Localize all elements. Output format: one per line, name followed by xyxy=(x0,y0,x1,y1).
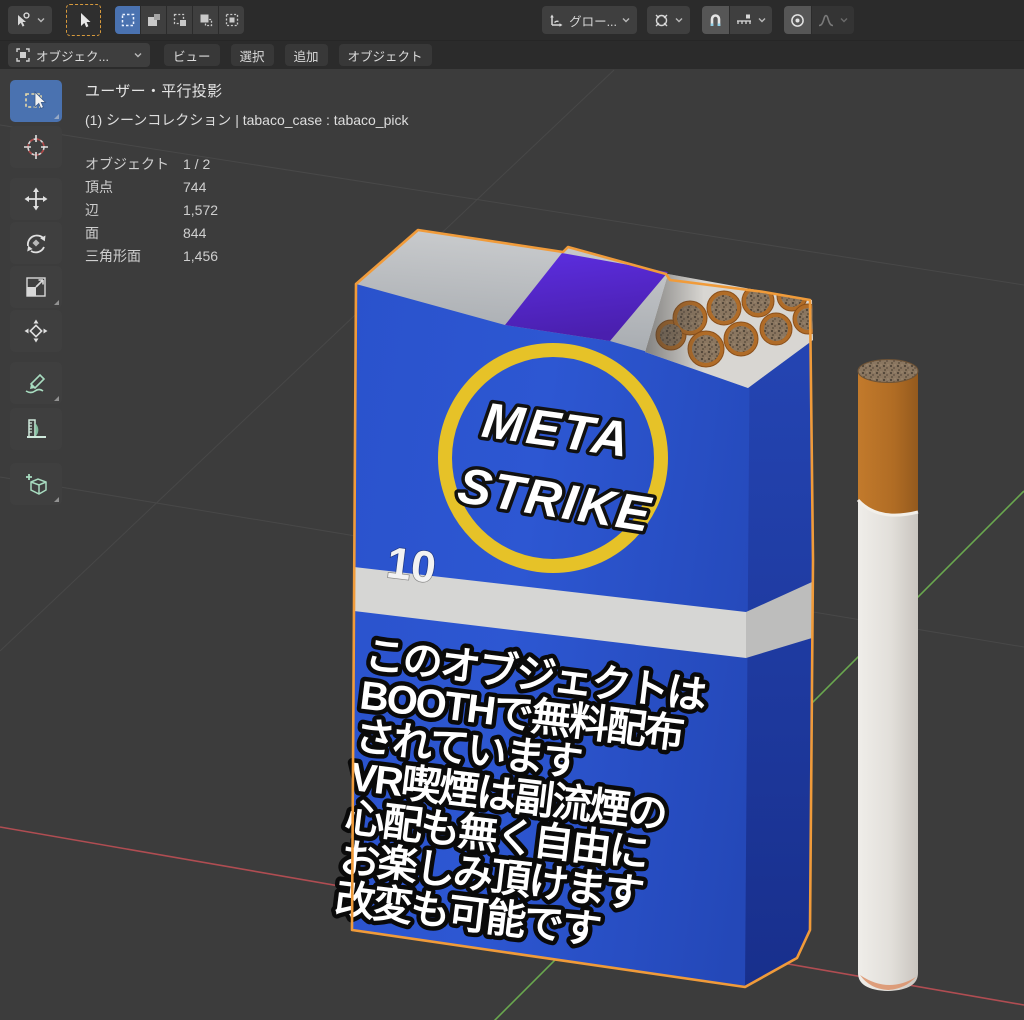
scale-icon xyxy=(23,274,49,300)
viewport-header: グロー... xyxy=(0,0,1024,69)
transform-icon xyxy=(23,318,49,344)
menu-add[interactable]: 追加 xyxy=(285,44,328,66)
stat-value: 844 xyxy=(183,225,206,241)
chevron-down-icon xyxy=(133,50,143,60)
magnet-icon xyxy=(707,12,724,29)
select-cursor-icon xyxy=(74,10,94,30)
menu-object[interactable]: オブジェクト xyxy=(339,44,432,66)
active-tool-select-box[interactable] xyxy=(66,4,101,36)
falloff-dropdown[interactable] xyxy=(812,6,854,34)
chevron-down-icon xyxy=(36,15,46,25)
select-mode-set[interactable] xyxy=(115,6,140,34)
tool-move[interactable] xyxy=(10,178,62,220)
snap-toggle-button[interactable] xyxy=(702,6,729,34)
proportional-edit-icon xyxy=(789,12,806,29)
snap-target-dropdown[interactable] xyxy=(730,6,772,34)
tool-scale[interactable] xyxy=(10,266,62,308)
menu-view-label: ビュー xyxy=(173,46,211,65)
menu-header-row: オブジェク... ビュー 選択 追加 オブジェクト xyxy=(0,40,1024,69)
chevron-down-icon xyxy=(839,15,849,25)
select-invert-icon xyxy=(198,12,214,28)
select-mode-intersect[interactable] xyxy=(219,6,244,34)
tweak-tool-dropdown[interactable] xyxy=(8,6,52,34)
select-box-icon xyxy=(23,88,49,114)
select-mode-subtract[interactable] xyxy=(167,6,192,34)
menu-object-label: オブジェクト xyxy=(348,46,423,65)
select-intersect-icon xyxy=(224,12,240,28)
snap-increment-icon xyxy=(735,12,753,29)
select-subtract-icon xyxy=(172,12,188,28)
tool-shelf xyxy=(10,80,62,505)
tool-rotate[interactable] xyxy=(10,222,62,264)
viewport-overlay-info: ユーザー・平行投影 (1) シーンコレクション | tabaco_case : … xyxy=(85,80,409,267)
select-set-icon xyxy=(120,12,136,28)
stat-label: オブジェクト xyxy=(85,154,183,174)
stat-row-triangles: 三角形面 1,456 xyxy=(85,244,409,267)
stat-value: 1,572 xyxy=(183,202,218,218)
stat-label: 面 xyxy=(85,223,183,243)
menu-select[interactable]: 選択 xyxy=(231,44,274,66)
select-mode-group xyxy=(115,6,244,34)
stat-row-faces: 面 844 xyxy=(85,221,409,244)
menu-add-label: 追加 xyxy=(294,46,319,65)
snap-group xyxy=(702,6,772,34)
rotate-icon xyxy=(23,230,49,256)
select-mode-invert[interactable] xyxy=(193,6,218,34)
menu-select-label: 選択 xyxy=(240,46,265,65)
tool-annotate[interactable] xyxy=(10,362,62,404)
select-extend-icon xyxy=(146,12,162,28)
stat-label: 三角形面 xyxy=(85,246,183,266)
tool-cursor[interactable] xyxy=(10,126,62,168)
stat-value: 1 / 2 xyxy=(183,156,210,172)
annotate-pencil-icon xyxy=(23,370,49,396)
stat-row-vertices: 頂点 744 xyxy=(85,175,409,198)
measure-ruler-icon xyxy=(23,416,49,442)
cursor-3d-icon xyxy=(22,133,50,161)
view-name-label: ユーザー・平行投影 xyxy=(85,80,409,101)
tweak-tool-icon xyxy=(14,11,32,29)
falloff-curve-icon xyxy=(817,12,835,29)
chevron-down-icon xyxy=(674,15,684,25)
chevron-down-icon xyxy=(621,15,631,25)
pack-count: 10 xyxy=(384,538,439,593)
proportional-group xyxy=(784,6,854,34)
cigarette-object[interactable] xyxy=(858,360,918,992)
breadcrumb: (1) シーンコレクション | tabaco_case : tabaco_pic… xyxy=(85,110,409,130)
move-icon xyxy=(23,186,49,212)
tool-select-box[interactable] xyxy=(10,80,62,122)
blender-window: META STRIKE 10 このオブジェクトは BOOTHで無料配布 されてい… xyxy=(0,0,1024,1020)
tool-transform[interactable] xyxy=(10,310,62,352)
orientation-axes-icon xyxy=(548,12,565,29)
stat-value: 744 xyxy=(183,179,206,195)
stat-row-objects: オブジェクト 1 / 2 xyxy=(85,152,409,175)
object-mode-icon xyxy=(15,47,31,63)
stat-label: 頂点 xyxy=(85,177,183,197)
chevron-down-icon xyxy=(757,15,767,25)
tool-measure[interactable] xyxy=(10,408,62,450)
pivot-point-icon xyxy=(653,12,670,29)
scene-stats: オブジェクト 1 / 2 頂点 744 辺 1,572 面 844 三角形面 1… xyxy=(85,152,409,267)
transform-orientation-dropdown[interactable]: グロー... xyxy=(542,6,637,34)
orientation-label: グロー... xyxy=(569,11,617,30)
proportional-edit-toggle[interactable] xyxy=(784,6,811,34)
select-mode-extend[interactable] xyxy=(141,6,166,34)
tool-add-cube[interactable] xyxy=(10,463,62,505)
stat-value: 1,456 xyxy=(183,248,218,264)
stat-row-edges: 辺 1,572 xyxy=(85,198,409,221)
mode-selector-dropdown[interactable]: オブジェク... xyxy=(8,43,150,67)
menu-view[interactable]: ビュー xyxy=(164,44,220,66)
pack-object[interactable]: META STRIKE 10 このオブジェクトは BOOTHで無料配布 されてい… xyxy=(333,230,823,987)
add-cube-icon xyxy=(23,471,50,498)
stat-label: 辺 xyxy=(85,200,183,220)
pivot-point-dropdown[interactable] xyxy=(647,6,690,34)
mode-label: オブジェク... xyxy=(36,46,128,65)
tool-header-row: グロー... xyxy=(0,0,1024,40)
